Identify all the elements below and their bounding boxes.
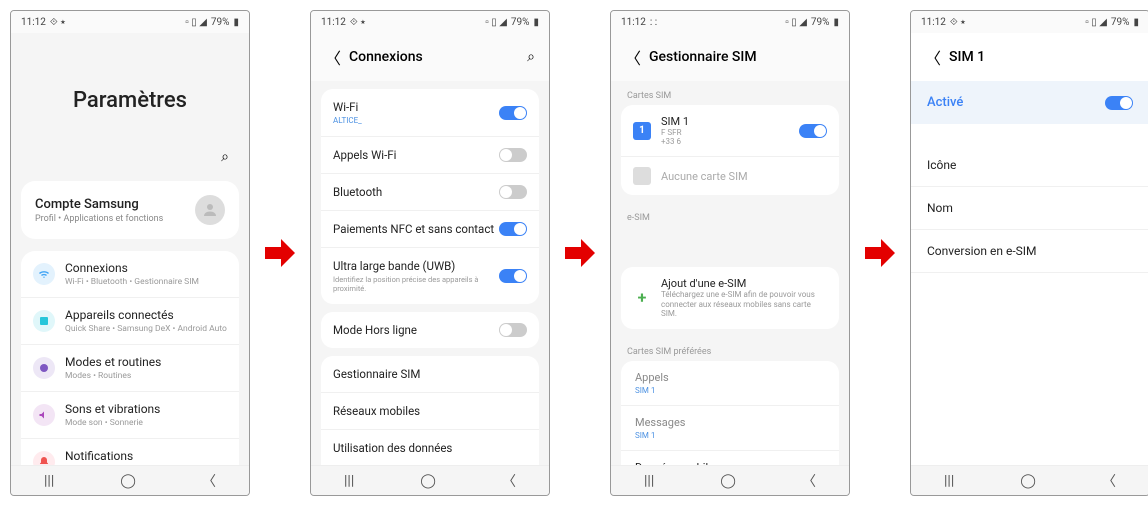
nav-recent[interactable]: ||| [344,473,354,489]
account-title: Compte Samsung [35,197,163,212]
item-esim-convert[interactable]: Conversion en e-SIM [911,230,1148,273]
status-time: 11:12 [21,17,46,28]
row-data-usage[interactable]: Utilisation des données [321,430,539,465]
phone-settings: 11:12 ⟐ ⭑ ▫ ▯ ◢ 79% ▮ Paramètres ⌕ Compt… [10,10,250,496]
search-button[interactable]: ⌕ [11,138,249,173]
active-label: Activé [927,95,963,110]
sim1-row[interactable]: 1 SIM 1 F SFR +33 6 [621,105,839,157]
nav-home[interactable]: ◯ [720,473,736,489]
settings-list: Connexions Wi-Fi • Bluetooth • Gestionna… [21,251,239,465]
toggle-active[interactable] [1105,96,1133,110]
toggle-bluetooth[interactable] [499,185,527,199]
item-modes[interactable]: Modes et routines Modes • Routines [21,345,239,392]
section-pref: Cartes SIM préférées [611,337,849,361]
row-wifi[interactable]: Wi-Fi ALTICE_ [321,89,539,137]
row-uwb[interactable]: Ultra large bande (UWB) Identifiez la po… [321,248,539,304]
pref-appels[interactable]: Appels SIM 1 [621,361,839,406]
nav-home[interactable]: ◯ [420,473,436,489]
page-title: Gestionnaire SIM [649,49,757,65]
arrow-icon [860,233,900,273]
page-title: Paramètres [11,33,249,138]
back-icon[interactable]: 〈 [925,45,941,69]
nav-back[interactable]: 〈 [802,471,816,491]
nav-recent[interactable]: ||| [44,473,54,489]
nav-bar: ||| ◯ 〈 [611,465,849,495]
item-icone[interactable]: Icône [911,144,1148,187]
sound-icon [33,404,55,426]
toggle-wifi[interactable] [499,106,527,120]
status-bar: 11:12: : ▫ ▯ ◢79%▮ [611,11,849,33]
nav-bar: ||| ◯ 〈 [911,465,1148,495]
status-bar: 11:12 ⟐ ⭑ ▫ ▯ ◢ 79% ▮ [11,11,249,33]
row-nfc[interactable]: Paiements NFC et sans contact [321,211,539,248]
settings-content: Paramètres ⌕ Compte Samsung Profil • App… [11,33,249,465]
sim-content: 〈 Gestionnaire SIM Cartes SIM 1 SIM 1 F … [611,33,849,465]
nav-back[interactable]: 〈 [1102,471,1116,491]
nav-bar: ||| ◯ 〈 [11,465,249,495]
item-connexions[interactable]: Connexions Wi-Fi • Bluetooth • Gestionna… [21,251,239,298]
connexions-content: 〈 Connexions ⌕ Wi-Fi ALTICE_ Appels Wi-F… [311,33,549,465]
item-sons[interactable]: Sons et vibrations Mode son • Sonnerie [21,392,239,439]
sim-blank-icon [633,167,651,185]
back-icon[interactable]: 〈 [325,45,341,69]
nav-back[interactable]: 〈 [202,471,216,491]
avatar-icon [195,195,225,225]
page-title: SIM 1 [949,49,985,65]
toggle-sim1[interactable] [799,124,827,138]
phone-sim1: 11:12⟐ ⭑ ▫ ▯ ◢79%▮ 〈 SIM 1 Activé Icône … [910,10,1148,496]
nav-home[interactable]: ◯ [1020,473,1036,489]
account-sub: Profil • Applications et fonctions [35,214,163,224]
toggle-wificall[interactable] [499,148,527,162]
status-bar: 11:12⟐ ⭑ ▫ ▯ ◢79%▮ [911,11,1148,33]
modes-icon [33,357,55,379]
toggle-nfc[interactable] [499,222,527,236]
battery-icon: ▮ [233,17,239,28]
samsung-account-card[interactable]: Compte Samsung Profil • Applications et … [21,181,239,239]
page-title: Connexions [349,49,423,65]
add-esim-row[interactable]: + Ajout d'une e-SIM Téléchargez une e-SI… [621,267,839,329]
status-icons-left: ⟐ ⭑ [50,17,66,28]
signal-icon: ▫ ▯ ◢ [185,17,207,28]
arrow-icon [260,233,300,273]
nav-bar: ||| ◯ 〈 [311,465,549,495]
row-networks[interactable]: Réseaux mobiles [321,393,539,430]
sim1-icon: 1 [633,122,651,140]
search-icon: ⌕ [221,149,229,165]
toggle-uwb[interactable] [499,269,527,283]
pref-messages[interactable]: Messages SIM 1 [621,406,839,451]
section-esim: e-SIM [611,203,849,227]
nav-recent[interactable]: ||| [644,473,654,489]
phone-sim-manager: 11:12: : ▫ ▯ ◢79%▮ 〈 Gestionnaire SIM Ca… [610,10,850,496]
notif-icon [33,451,55,465]
row-bluetooth[interactable]: Bluetooth [321,174,539,211]
no-sim-row: Aucune carte SIM [621,157,839,195]
toggle-airplane[interactable] [499,323,527,337]
row-wificall[interactable]: Appels Wi-Fi [321,137,539,174]
back-icon[interactable]: 〈 [625,45,641,69]
nav-back[interactable]: 〈 [502,471,516,491]
pref-data[interactable]: Données mobiles SIM 1 [621,451,839,465]
search-icon[interactable]: ⌕ [527,49,535,65]
row-sim-manager[interactable]: Gestionnaire SIM [321,356,539,393]
arrow-icon [560,233,600,273]
item-appareils[interactable]: Appareils connectés Quick Share • Samsun… [21,298,239,345]
status-bar: 11:12⟐ ⭑ ▫ ▯ ◢79%▮ [311,11,549,33]
active-row[interactable]: Activé [911,81,1148,124]
nav-recent[interactable]: ||| [944,473,954,489]
nav-home[interactable]: ◯ [120,473,136,489]
phone-connexions: 11:12⟐ ⭑ ▫ ▯ ◢79%▮ 〈 Connexions ⌕ Wi-Fi … [310,10,550,496]
plus-icon: + [633,288,651,307]
item-nom[interactable]: Nom [911,187,1148,230]
sim1-content: 〈 SIM 1 Activé Icône Nom Conversion en e… [911,33,1148,465]
wifi-icon [33,263,55,285]
battery-text: 79% [211,17,230,28]
devices-icon [33,310,55,332]
item-notifications[interactable]: Notifications Barre d'état • Ne pas déra… [21,439,239,465]
row-airplane[interactable]: Mode Hors ligne [321,312,539,348]
section-cartes-sim: Cartes SIM [611,81,849,105]
